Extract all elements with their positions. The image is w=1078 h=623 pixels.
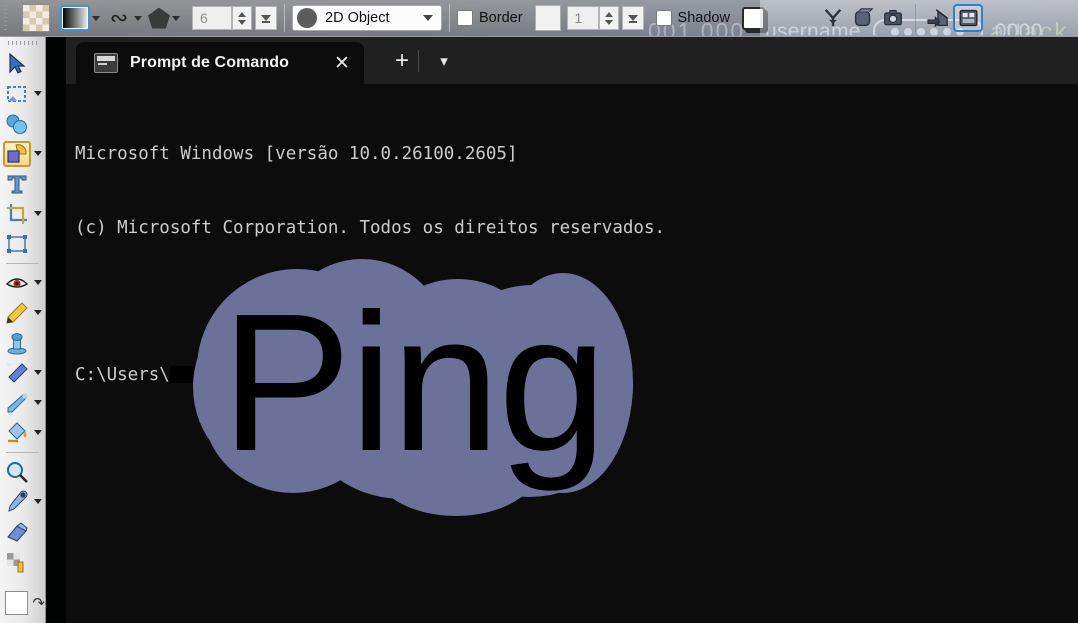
border-color-swatch[interactable] xyxy=(534,5,561,31)
toolbox-divider xyxy=(6,452,39,453)
text-icon xyxy=(3,171,31,197)
tool-paint-bucket[interactable] xyxy=(0,418,45,448)
terminal-tab-title: Prompt de Comando xyxy=(130,54,290,71)
terminal-line: Microsoft Windows [versão 10.0.26100.260… xyxy=(75,144,518,164)
rounded-square-icon[interactable] xyxy=(848,4,878,32)
tool-transform[interactable] xyxy=(0,229,45,259)
tool-eyedropper[interactable] xyxy=(0,487,45,517)
object-color-swatch xyxy=(297,8,317,28)
tool-retouch[interactable] xyxy=(0,358,45,388)
terminal-line: (c) Microsoft Corporation. Todos os dire… xyxy=(75,217,666,238)
polygon-shape-icon[interactable] xyxy=(148,7,170,29)
object-type-label: 2D Object xyxy=(325,10,390,26)
close-icon[interactable]: ✕ xyxy=(326,47,358,79)
ping-annotation: Ping xyxy=(193,243,633,523)
terminal-tab-strip: Prompt de Comando ✕ + ▾ xyxy=(66,36,1078,84)
eraser-icon xyxy=(3,519,31,545)
chevron-down-icon[interactable] xyxy=(34,91,42,96)
stamp-icon xyxy=(3,330,31,356)
camera-icon[interactable] xyxy=(878,4,908,32)
chevron-down-icon[interactable] xyxy=(90,5,102,31)
tool-rectangle-marquee[interactable] xyxy=(0,79,45,109)
chevron-down-icon[interactable] xyxy=(34,499,42,504)
tool-eraser[interactable] xyxy=(0,517,45,547)
chevron-down-icon[interactable] xyxy=(34,370,42,375)
shadow-label: Shadow xyxy=(677,10,730,26)
chevron-down-icon[interactable] xyxy=(34,151,42,156)
border-checkbox[interactable] xyxy=(457,10,473,26)
swap-colors-icon[interactable]: ↷ xyxy=(32,594,45,612)
curve-tool-icon[interactable]: ∾ xyxy=(106,5,132,31)
tool-magic-blob[interactable] xyxy=(0,109,45,139)
chevron-down-icon[interactable]: ▾ xyxy=(426,45,462,77)
pencil-icon xyxy=(3,300,31,326)
tool-arrow-select[interactable] xyxy=(0,49,45,79)
app-window: 001 000 0001 0 001 0000 111001 011 11111… xyxy=(0,0,1078,623)
object-type-select[interactable]: 2D Object xyxy=(292,5,442,31)
tool-shape[interactable] xyxy=(0,139,45,169)
chevron-down-icon[interactable] xyxy=(34,211,42,216)
tool-pencil[interactable] xyxy=(0,298,45,328)
eye-icon xyxy=(3,270,31,296)
console-icon xyxy=(94,53,118,73)
toolbar-divider xyxy=(915,3,916,32)
chevron-down-icon[interactable] xyxy=(34,430,42,435)
line-width-menu-icon[interactable] xyxy=(255,6,277,30)
terminal-prompt-path: C:\Users\ xyxy=(75,364,170,385)
bucket-icon xyxy=(3,420,31,446)
gradient-fill-icon[interactable] xyxy=(60,5,90,31)
chevron-down-icon xyxy=(423,15,433,21)
smudge-icon xyxy=(3,390,31,416)
retouch-icon xyxy=(3,360,31,386)
tool-transparency[interactable] xyxy=(0,547,45,577)
transform-icon[interactable] xyxy=(818,4,848,32)
chevron-down-icon[interactable] xyxy=(34,310,42,315)
checkerboard-pattern-icon[interactable] xyxy=(22,4,50,32)
toolbar-divider xyxy=(449,4,450,32)
tool-crop[interactable] xyxy=(0,199,45,229)
shape-icon xyxy=(3,141,31,167)
tool-blur-smudge[interactable] xyxy=(0,388,45,418)
blobs-icon xyxy=(3,111,31,137)
toolbar-divider xyxy=(284,4,285,32)
border-width-stepper[interactable] xyxy=(598,6,619,30)
ping-label: Ping xyxy=(220,273,607,492)
panel-layout-icon[interactable] xyxy=(953,3,983,32)
tool-text[interactable] xyxy=(0,169,45,199)
toolbox-drag-handle[interactable] xyxy=(0,36,45,49)
plus-icon[interactable]: + xyxy=(384,45,420,77)
chevron-down-icon[interactable] xyxy=(170,5,182,31)
export-home-icon[interactable] xyxy=(923,4,953,32)
dropper-icon xyxy=(3,489,31,515)
border-label: Border xyxy=(479,10,523,26)
transform-icon xyxy=(3,231,31,257)
chevron-down-icon[interactable] xyxy=(34,280,42,285)
transparency-icon xyxy=(3,549,31,575)
foreground-color-swatch[interactable] xyxy=(5,591,29,615)
shadow-checkbox[interactable] xyxy=(655,10,672,26)
line-width-stepper[interactable] xyxy=(232,6,252,30)
toolbar-drag-handle[interactable] xyxy=(0,0,10,36)
color-swatch-row[interactable]: ↷ xyxy=(0,587,45,619)
toolbox-divider xyxy=(6,263,39,264)
chevron-down-icon[interactable] xyxy=(34,400,42,405)
tool-clone-stamp[interactable] xyxy=(0,328,45,358)
chevron-down-icon[interactable] xyxy=(132,5,144,31)
border-width-input[interactable]: 1 xyxy=(566,6,599,30)
crop-icon xyxy=(3,201,31,227)
terminal-tab[interactable]: Prompt de Comando ✕ xyxy=(76,42,364,84)
toolbox-panel: ↷ xyxy=(0,36,46,623)
border-width-menu-icon[interactable] xyxy=(621,6,644,30)
tool-zoom[interactable] xyxy=(0,457,45,487)
view-tools-toolbar xyxy=(760,0,1078,36)
arrow-select-icon xyxy=(3,51,31,77)
line-width-input[interactable]: 6 xyxy=(192,6,232,30)
marquee-icon xyxy=(3,81,31,107)
tool-red-eye[interactable] xyxy=(0,268,45,298)
magnifier-icon xyxy=(3,459,31,485)
